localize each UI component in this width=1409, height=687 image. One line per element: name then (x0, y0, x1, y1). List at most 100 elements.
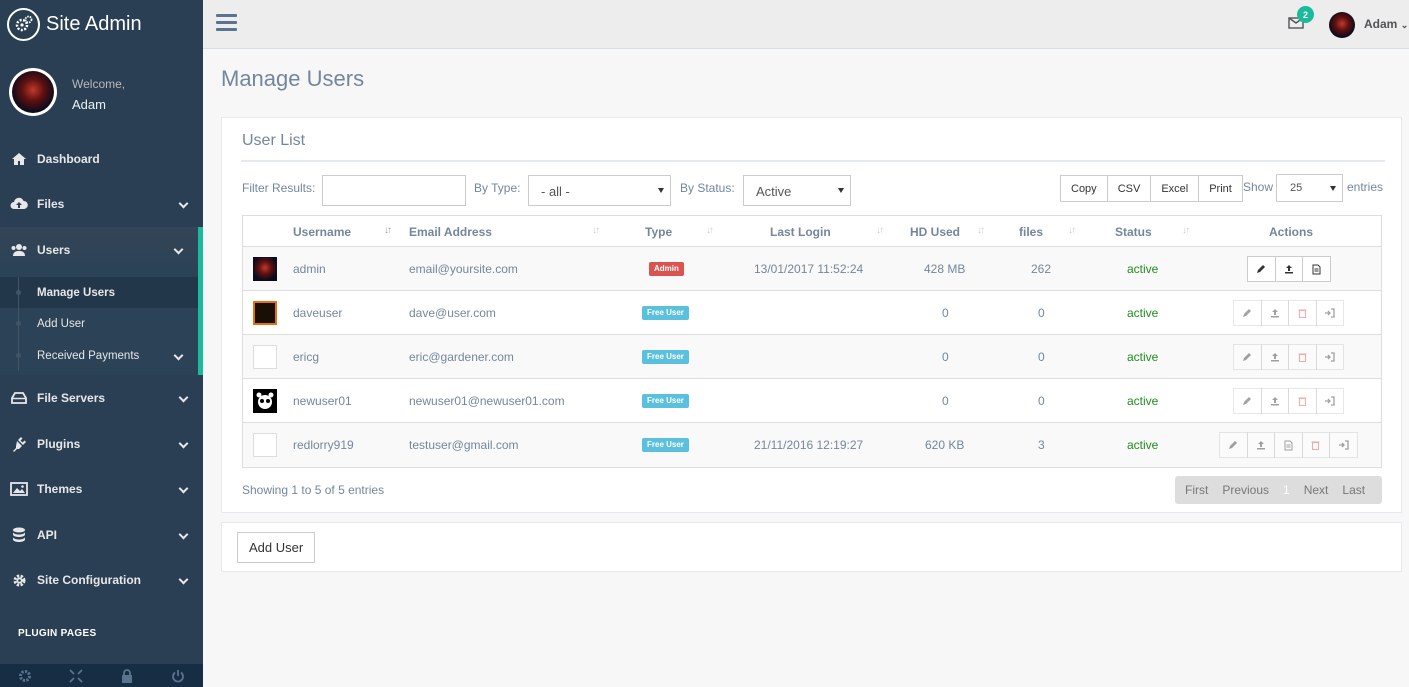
col-type[interactable]: Type (645, 225, 672, 239)
user-avatar[interactable] (1329, 12, 1355, 38)
trash-icon[interactable] (1301, 432, 1330, 458)
lock-icon[interactable] (102, 664, 153, 687)
upload-icon[interactable] (1260, 388, 1289, 414)
pager-page-1[interactable]: 1 (1276, 483, 1297, 497)
table-info: Showing 1 to 5 of 5 entries (242, 483, 385, 497)
user-menu[interactable]: Adam ⌄ (1364, 17, 1408, 31)
sort-icon: ↓↑ (1182, 225, 1190, 236)
type-badge: Free User (642, 394, 689, 408)
sidebar-item-plugins[interactable]: Plugins (0, 421, 203, 467)
col-files[interactable]: files (1019, 225, 1043, 239)
power-icon[interactable] (152, 664, 203, 687)
caret-down-icon (658, 188, 664, 193)
sidebar-item-label: Files (37, 197, 65, 212)
table-row[interactable]: ericg eric@gardener.com Free User 0 0 ac… (243, 335, 1381, 379)
sidebar-subitem-received-payments[interactable]: Received Payments (0, 339, 198, 372)
login-icon[interactable] (1329, 432, 1358, 458)
sidebar-item-label: Site Configuration (37, 573, 141, 588)
excel-button[interactable]: Excel (1150, 175, 1200, 202)
chevron-down-icon: ⌄ (1400, 20, 1409, 30)
type-label: By Type: (474, 181, 521, 195)
col-hd-used[interactable]: HD Used (910, 225, 960, 239)
file-icon[interactable] (1274, 432, 1303, 458)
sidebar-item-dashboard[interactable]: Dashboard (0, 136, 203, 182)
home-icon (10, 152, 28, 166)
chevron-down-icon (178, 483, 189, 494)
csv-button[interactable]: CSV (1106, 175, 1152, 202)
sidebar-item-label: Users (37, 242, 71, 257)
file-icon[interactable] (1302, 256, 1331, 282)
login-icon[interactable] (1315, 344, 1344, 370)
user-avatar (253, 389, 277, 413)
type-badge: Free User (642, 350, 689, 364)
username-cell: daveuser (293, 306, 343, 320)
edit-icon[interactable] (1233, 300, 1262, 326)
sidebar-item-label: Themes (37, 482, 83, 497)
sidebar-item-files[interactable]: Files (0, 182, 203, 228)
trash-icon[interactable] (1288, 388, 1317, 414)
fullscreen-icon[interactable] (51, 664, 102, 687)
table-row[interactable]: redlorry919 testuser@gmail.com Free User… (243, 423, 1381, 467)
add-user-button[interactable]: Add User (237, 532, 316, 563)
table-row[interactable]: admin email@yoursite.com Admin 13/01/201… (243, 247, 1381, 291)
type-select[interactable]: - all - (528, 175, 671, 206)
status-select[interactable]: Active (743, 175, 851, 206)
plug-icon (10, 436, 28, 452)
col-username[interactable]: Username (293, 225, 351, 239)
upload-icon[interactable] (1260, 344, 1289, 370)
avatar[interactable] (9, 68, 57, 116)
upload-icon[interactable] (1260, 300, 1289, 326)
user-avatar (253, 433, 277, 457)
print-button[interactable]: Print (1198, 175, 1243, 202)
show-label: Show (1243, 180, 1274, 194)
sidebar-item-label: Plugins (37, 436, 81, 451)
username-cell: newuser01 (293, 394, 352, 408)
trash-icon[interactable] (1288, 344, 1317, 370)
sidebar-item-file-servers[interactable]: File Servers (0, 375, 203, 421)
brand[interactable]: Site Admin (0, 0, 203, 48)
copy-button[interactable]: Copy (1060, 175, 1108, 202)
users-icon (10, 243, 28, 257)
page-length-select[interactable]: 25 (1276, 174, 1343, 202)
menu-toggle-icon[interactable] (216, 14, 237, 32)
col-last-login[interactable]: Last Login (770, 225, 831, 239)
chevron-down-icon (178, 392, 189, 403)
pager-previous[interactable]: Previous (1215, 483, 1276, 497)
divider (241, 160, 1385, 162)
sidebar-subitem-add-user[interactable]: Add User (0, 308, 198, 340)
sidebar-item-site-configuration[interactable]: Site Configuration (0, 558, 203, 604)
filter-input[interactable] (322, 175, 466, 206)
login-icon[interactable] (1315, 388, 1344, 414)
pager-last[interactable]: Last (1335, 483, 1372, 497)
sidebar-item-users[interactable]: Users (0, 227, 203, 273)
email-cell: email@yoursite.com (409, 262, 518, 276)
col-email[interactable]: Email Address (409, 225, 492, 239)
type-badge: Free User (642, 438, 689, 452)
col-status[interactable]: Status (1115, 225, 1152, 239)
picture-icon (10, 482, 28, 497)
table-row[interactable]: daveuser dave@user.com Free User 0 0 act… (243, 291, 1381, 335)
upload-icon[interactable] (1246, 432, 1275, 458)
filter-label: Filter Results: (242, 181, 316, 195)
edit-icon[interactable] (1233, 344, 1262, 370)
export-buttons: Copy CSV Excel Print (1060, 175, 1243, 202)
pager-next[interactable]: Next (1297, 483, 1336, 497)
edit-icon[interactable] (1233, 388, 1262, 414)
login-icon[interactable] (1315, 300, 1344, 326)
table-row[interactable]: newuser01 newuser01@newuser01.com Free U… (243, 379, 1381, 423)
edit-icon[interactable] (1219, 432, 1248, 458)
sidebar-subitem-manage-users[interactable]: Manage Users (0, 276, 198, 309)
upload-icon[interactable] (1274, 256, 1303, 282)
settings-icon[interactable] (0, 664, 51, 687)
hdd-icon (10, 391, 28, 405)
trash-icon[interactable] (1288, 300, 1317, 326)
sidebar-item-api[interactable]: API (0, 512, 203, 558)
user-avatar (253, 345, 277, 369)
edit-icon[interactable] (1247, 256, 1276, 282)
type-select-value: - all - (541, 184, 570, 199)
email-cell: eric@gardener.com (409, 350, 514, 364)
sidebar-subitem-label: Manage Users (37, 286, 115, 299)
sidebar-item-themes[interactable]: Themes (0, 466, 203, 512)
pager-first[interactable]: First (1175, 483, 1215, 497)
profile (0, 48, 203, 142)
